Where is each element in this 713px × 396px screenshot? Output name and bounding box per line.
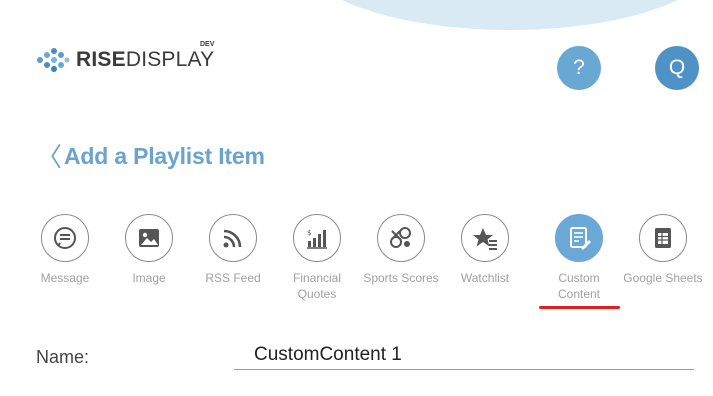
google-sheets-icon [639, 214, 687, 262]
image-icon [125, 214, 173, 262]
item-type-label: Financial Quotes [292, 271, 342, 301]
custom-content-icon [555, 214, 603, 262]
rise-display-logo[interactable]: RISE DISPLAY DEV [36, 40, 214, 80]
help-button[interactable]: ? [557, 46, 601, 90]
item-type-label: Sports Scores [363, 271, 439, 285]
back-button[interactable]: 〈 Add a Playlist Item [36, 143, 265, 170]
chevron-left-icon: 〈 [36, 141, 63, 172]
item-type-image[interactable]: Image [107, 214, 191, 286]
logo-brand-light: DISPLAY [125, 48, 215, 71]
item-type-message[interactable]: Message [23, 214, 107, 286]
name-input[interactable] [234, 340, 694, 370]
item-type-custom-content[interactable]: Custom Content [537, 214, 621, 302]
rss-icon [209, 214, 257, 262]
item-type-financial-quotes[interactable]: $ Financial Quotes [275, 214, 359, 302]
header-background-arc [300, 0, 713, 30]
user-avatar: Q [668, 56, 686, 79]
logo-dots-icon [37, 48, 70, 72]
item-type-sports-scores[interactable]: Sports Scores [359, 214, 443, 286]
help-icon: ? [573, 56, 585, 79]
item-type-label: Message [40, 271, 90, 285]
item-type-rss-feed[interactable]: RSS Feed [191, 214, 275, 286]
page-title: Add a Playlist Item [64, 143, 265, 169]
message-icon [41, 214, 89, 262]
item-type-watchlist[interactable]: Watchlist [443, 214, 527, 286]
sports-scores-icon [377, 214, 425, 262]
watchlist-icon [461, 214, 509, 262]
item-type-label: Image [132, 271, 166, 285]
item-type-label: Watchlist [460, 271, 510, 285]
item-type-label: Google Sheets [623, 271, 703, 285]
selection-highlight-underline [539, 306, 620, 309]
financial-quotes-icon: $ [293, 214, 341, 262]
item-type-label: Custom Content [557, 271, 601, 301]
name-field-label: Name: [36, 347, 90, 367]
item-type-google-sheets[interactable]: Google Sheets [621, 214, 705, 286]
user-menu-button[interactable]: Q [655, 46, 699, 90]
item-type-label: RSS Feed [205, 271, 261, 285]
logo-brand-bold: RISE [76, 48, 126, 71]
environment-badge: DEV [200, 41, 215, 48]
svg-text:$: $ [307, 229, 311, 237]
